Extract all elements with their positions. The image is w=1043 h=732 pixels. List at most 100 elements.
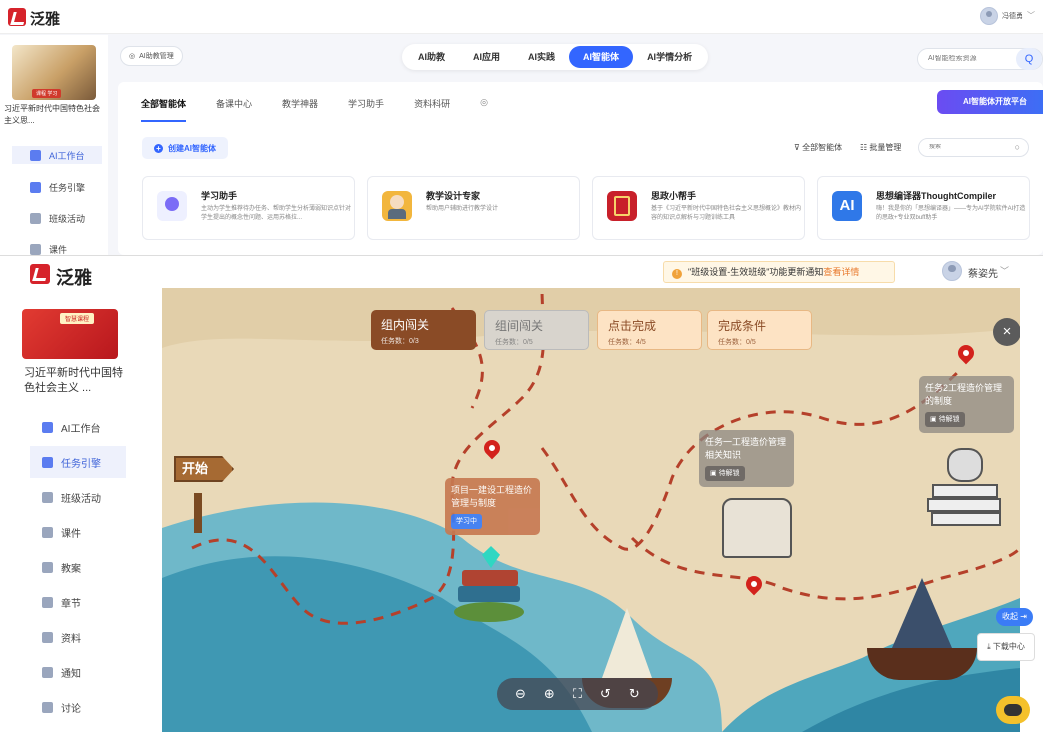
sidebar-item-notices[interactable]: 通知	[42, 662, 81, 682]
batch-label: 批量管理	[869, 143, 902, 152]
course-cover[interactable]: 智慧课程	[22, 309, 118, 359]
agent-card[interactable]: 教学设计专家 帮助用户辅助进行教学设计	[367, 176, 580, 240]
station-card-task-one[interactable]: 任务一工程造价管理相关知识 ▣ 待解锁	[699, 430, 794, 487]
ai-assistant-management-button[interactable]: ◎ AI助教管理	[120, 46, 183, 66]
ai-workbench-icon	[42, 421, 53, 433]
course-cover[interactable]: 课程 学习	[12, 45, 96, 100]
user-name[interactable]: 蔡姿先	[968, 265, 998, 280]
agent-search-box[interactable]: ○	[918, 138, 1029, 157]
sidebar-item-class-activity[interactable]: 班级活动	[42, 487, 101, 507]
sidebar-item-ai-workbench[interactable]: AI工作台	[42, 417, 100, 437]
chat-icon	[42, 701, 53, 713]
create-agent-button[interactable]: + 创建AI智能体	[142, 137, 228, 159]
bottom-screenshot: 泛雅 ! "班级设置-生效班级"功能更新通知查看详情 蔡姿先 ﹀ 智慧课程 习近平…	[0, 255, 1043, 732]
user-name[interactable]: 冯德勇	[1002, 11, 1023, 21]
tab-ai-analytics[interactable]: AI学情分析	[633, 46, 706, 68]
agent-card-desc: 嗨！我是你的「思想编译器」——专为AI学院软件AI打造的思政+专业双buff助手	[876, 206, 1026, 221]
sidebar-item-discussion[interactable]: 讨论	[42, 697, 81, 717]
search-icon[interactable]: ○	[1015, 142, 1020, 152]
search-icon[interactable]: Q	[1016, 48, 1042, 70]
sidebar-item-lesson-plan[interactable]: 教案	[42, 557, 81, 577]
download-label: 下载中心	[992, 642, 1025, 651]
ai-agent-platform-button[interactable]: AI智能体开放平台	[937, 90, 1043, 114]
lock-icon: ▣	[710, 470, 717, 477]
start-sign: 开始	[174, 456, 234, 482]
settings-icon: ◎	[129, 53, 136, 60]
subtab-all-agents[interactable]: 全部智能体	[141, 97, 187, 122]
task-map[interactable]: 组内闯关 任务数：0/3 组间闯关 任务数：0/5 点击完成 任务数：4/5 完成条件…	[162, 288, 1020, 732]
teacher-avatar-icon	[382, 191, 412, 221]
agent-search-input[interactable]	[929, 144, 999, 150]
robot-assistant-icon[interactable]	[996, 696, 1030, 724]
sidebar-item-courseware[interactable]: 课件	[42, 522, 81, 542]
warning-icon: !	[672, 269, 682, 279]
station-title: 任务一工程造价管理相关知识	[705, 437, 787, 460]
notice-link[interactable]: 查看详情	[823, 267, 859, 277]
chevron-down-icon[interactable]: ﹀	[1000, 264, 1009, 277]
task-btn-label: 组间闯关	[495, 319, 544, 333]
tab-ai-assistant[interactable]: AI助教	[404, 46, 459, 68]
settings-icon[interactable]: ◎	[480, 97, 488, 122]
subtab-research[interactable]: 资料科研	[414, 97, 450, 122]
agent-card-desc: 帮助用户辅助进行教学设计	[426, 206, 499, 212]
sidebar-item-materials[interactable]: 资料	[42, 627, 81, 647]
sub-tabs: 全部智能体 备课中心 教学神器 学习助手 资料科研 ◎	[141, 97, 488, 122]
user-avatar[interactable]	[980, 7, 998, 25]
rotate-right-icon[interactable]: ↻	[629, 686, 640, 702]
tab-ai-apps[interactable]: AI应用	[459, 46, 514, 68]
platform-btn-label: AI智能体开放平台	[963, 97, 1027, 106]
station-card-task-two[interactable]: 任务2工程造价管理的制度 ▣ 待解锁	[919, 376, 1014, 433]
top-screenshot: 泛雅 冯德勇 ﹀ 课程 学习 习近平新时代中国特色社会主义思... AI工作台 …	[0, 0, 1043, 255]
station-title: 项目一建设工程造价管理与制度	[451, 485, 533, 508]
sidebar-item-ai-workbench[interactable]: AI工作台	[12, 146, 102, 164]
zoom-out-icon[interactable]: ⊖	[515, 686, 526, 702]
sidebar-item-chapters[interactable]: 章节	[42, 592, 81, 612]
chevron-down-icon[interactable]: ﹀	[1027, 10, 1035, 21]
sidebar-item-courseware[interactable]: 课件	[12, 240, 102, 255]
subtab-lesson-prep[interactable]: 备课中心	[216, 97, 252, 122]
agent-card-title: 教学设计专家	[426, 191, 481, 201]
task-btn-label: 组内闯关	[381, 318, 430, 332]
courseware-icon	[42, 526, 53, 538]
close-icon[interactable]: ×	[993, 318, 1020, 346]
tab-ai-agents[interactable]: AI智能体	[569, 46, 634, 68]
group-internal-challenge-button[interactable]: 组内闯关 任务数：0/3	[371, 310, 476, 350]
sidebar-item-task-engine[interactable]: 任务引擎	[12, 178, 102, 196]
book-stack-illustration	[454, 546, 524, 626]
task-btn-label: 点击完成	[608, 319, 657, 333]
tab-ai-practice[interactable]: AI实践	[514, 46, 569, 68]
subtab-teaching-tools[interactable]: 教学神器	[282, 97, 318, 122]
status-badge: ▣ 待解锁	[705, 466, 745, 481]
station-card-project-one[interactable]: 项目一建设工程造价管理与制度 学习中	[445, 478, 540, 535]
sidebar-item-label: AI工作台	[49, 150, 85, 161]
click-complete-button[interactable]: 点击完成 任务数：4/5	[597, 310, 702, 350]
map-toolbar: ⊖ ⊕ ⛶ ↺ ↻	[497, 678, 658, 710]
subtab-study-assistant[interactable]: 学习助手	[348, 97, 384, 122]
download-center-button[interactable]: ⤓ 下载中心	[977, 633, 1035, 661]
user-avatar[interactable]	[942, 261, 962, 281]
search-input[interactable]	[928, 55, 1018, 62]
group-between-challenge-button[interactable]: 组间闯关 任务数：0/5	[484, 310, 589, 350]
rotate-left-icon[interactable]: ↺	[600, 686, 611, 702]
update-notice-bar: ! "班级设置-生效班级"功能更新通知查看详情	[663, 261, 895, 283]
sidebar-item-class-activity[interactable]: 班级活动	[12, 209, 102, 227]
sidebar-item-label: 班级活动	[61, 493, 101, 505]
agent-card[interactable]: 思政小帮手 基于《习近平新时代中国特色社会主义思想概论》教材内容的知识点解析与习…	[592, 176, 805, 240]
sidebar-item-label: 讨论	[61, 703, 81, 715]
fullscreen-icon[interactable]: ⛶	[573, 686, 582, 702]
agent-card[interactable]: AI 思想编译器ThoughtCompiler 嗨！我是你的「思想编译器」——专…	[817, 176, 1030, 240]
zoom-in-icon[interactable]: ⊕	[544, 686, 555, 702]
sidebar-item-label: 任务引擎	[49, 182, 86, 193]
sidebar-item-task-engine[interactable]: 任务引擎	[42, 452, 101, 472]
resource-search-box[interactable]: Q	[917, 48, 1043, 70]
completion-conditions-button[interactable]: 完成条件 任务数：0/5	[707, 310, 812, 350]
batch-management-button[interactable]: ☷ 批量管理	[860, 142, 901, 153]
filter-all-agents[interactable]: ⊽ 全部智能体	[794, 142, 842, 153]
agent-card[interactable]: 学习助手 主动为学生推荐待办任务、帮助学生分析薄弱知识点针对学生提出的概念性问题…	[142, 176, 355, 240]
filter-icon: ⊽	[794, 143, 800, 152]
course-title: 习近平新时代中国特色社会主义思...	[4, 104, 100, 125]
task-engine-icon	[42, 456, 53, 468]
sidebar-item-label: 教案	[61, 563, 81, 575]
collapse-button[interactable]: 收起 ⇥	[996, 608, 1033, 626]
sidebar-item-label: AI工作台	[61, 423, 101, 435]
